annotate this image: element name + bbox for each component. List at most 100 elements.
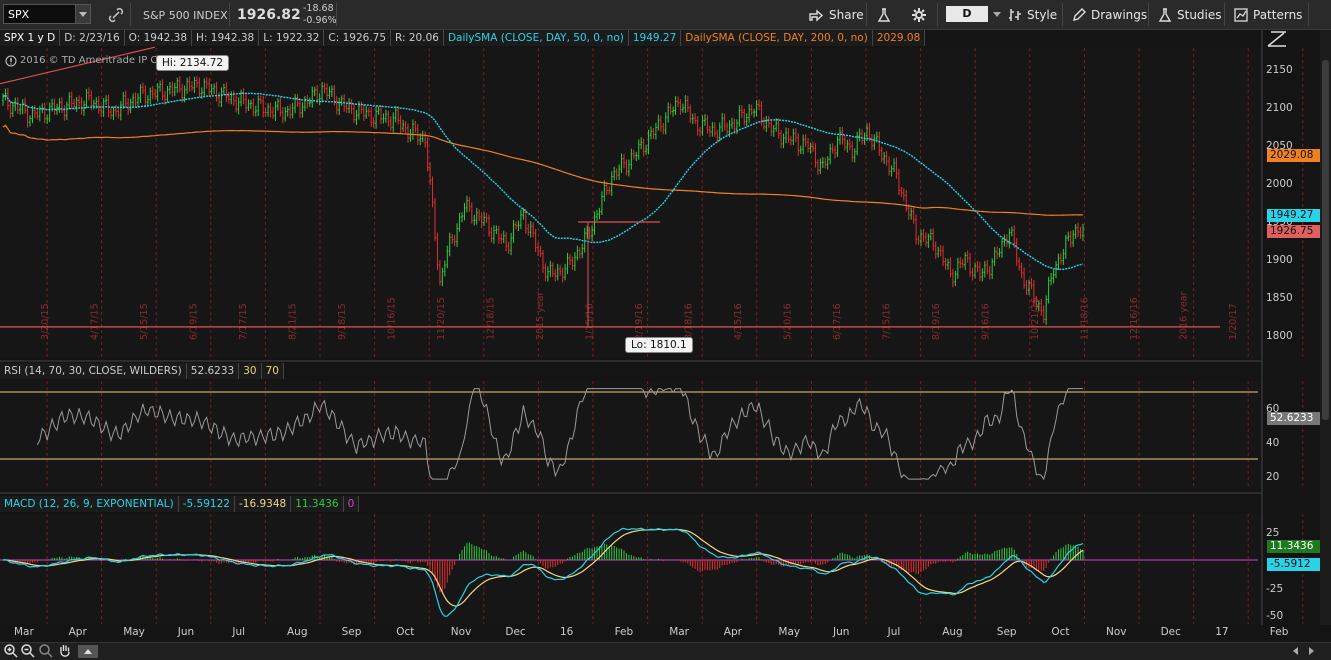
month-label: Dec	[505, 626, 526, 638]
vertical-date-label: 11/18/16	[1080, 297, 1091, 340]
vertical-date-label: 2016 year	[1179, 292, 1190, 340]
price-axis-label: 1800	[1266, 330, 1293, 342]
macd-panel	[0, 514, 1262, 624]
last-price-tag: 1926.75	[1267, 225, 1328, 238]
zoom-in-icon[interactable]	[3, 643, 19, 659]
rsi-panel	[0, 381, 1262, 489]
month-label: Apr	[723, 626, 742, 638]
macd-diff: 11.3436	[291, 496, 344, 512]
vertical-date-label: 2015 year	[535, 292, 546, 340]
scroll-right-icon[interactable]	[1306, 646, 1316, 656]
price-legend: SPX 1 y D D: 2/23/16 O: 1942.38 H: 1942.…	[0, 30, 926, 46]
vertical-date-label: 9/16/16	[981, 303, 992, 340]
rsi-axis-60: 60	[1266, 403, 1280, 415]
month-label: Jun	[833, 626, 850, 638]
vertical-date-label: 1/20/17	[1228, 303, 1239, 340]
vertical-date-label: 7/15/16	[882, 303, 893, 340]
zoom-out-icon[interactable]	[20, 643, 36, 659]
bottom-toolbar	[0, 642, 1331, 660]
macd-axis-neg25: -25	[1266, 583, 1284, 595]
sma200-price-tag: 2029.08	[1267, 149, 1328, 162]
month-label: Jul	[232, 626, 246, 638]
month-label: 17	[1215, 626, 1229, 638]
legend-high: H: 1942.38	[192, 30, 260, 46]
scroll-left-icon[interactable]	[1291, 646, 1301, 656]
vertical-date-label: 3/18/16	[684, 303, 695, 340]
vertical-date-label: 5/20/16	[783, 303, 794, 340]
macd-value: -5.59122	[178, 496, 235, 512]
vertical-date-label: 1/15/16	[585, 303, 596, 340]
month-label: Sep	[341, 626, 362, 638]
zoom-reset-icon[interactable]	[38, 643, 54, 659]
month-label: Feb	[1269, 626, 1289, 638]
rsi-legend: RSI (14, 70, 30, CLOSE, WILDERS) 52.6233…	[0, 363, 284, 379]
rsi-oversold: 30	[239, 363, 262, 379]
month-label: May	[123, 626, 145, 638]
high-callout: Hi: 2134.72	[156, 55, 230, 71]
rsi-value: 52.6233	[186, 363, 240, 379]
vertical-date-label: 10/16/15	[387, 297, 398, 340]
chart-canvas[interactable]: 3/20/15 4/17/15 5/15/15 6/19/15 7/17/15 8/21/…	[0, 0, 1331, 659]
month-label: Mar	[14, 626, 34, 638]
vertical-scrollbar[interactable]	[1320, 30, 1331, 625]
pan-hand-icon[interactable]	[57, 643, 73, 659]
month-label: Jul	[887, 626, 901, 638]
macd-axis-neg50: -50	[1266, 610, 1284, 622]
legend-open: O: 1942.38	[124, 30, 193, 46]
rsi-axis-20: 20	[1266, 471, 1280, 483]
alert-icon	[5, 55, 17, 67]
macd-legend: MACD (12, 26, 9, EXPONENTIAL) -5.59122 -…	[0, 496, 360, 512]
macd-diff-tag: 11.3436	[1267, 540, 1328, 553]
sma200-value: 2029.08	[872, 30, 926, 46]
vertical-date-label: 3/20/15	[40, 303, 51, 340]
legend-close: C: 1926.75	[324, 30, 392, 46]
vertical-date-label: 7/17/15	[238, 303, 249, 340]
sma200-label[interactable]: DailySMA (CLOSE, DAY, 200, 0, no)	[681, 30, 873, 46]
price-axis-label: 1900	[1266, 254, 1293, 266]
vertical-date-label: 12/18/15	[486, 297, 497, 340]
vertical-date-label: 2/19/16	[634, 303, 645, 340]
month-label: Aug	[942, 626, 963, 638]
vertical-date-label: 8/21/15	[288, 303, 299, 340]
sma50-label[interactable]: DailySMA (CLOSE, DAY, 50, 0, no)	[443, 30, 629, 46]
month-label: Apr	[68, 626, 87, 638]
legend-range: R: 20.06	[391, 30, 444, 46]
vertical-date-label: 12/16/16	[1129, 297, 1140, 340]
legend-low: L: 1922.32	[259, 30, 325, 46]
vertical-date-label: 5/15/15	[139, 303, 150, 340]
vertical-date-label: 4/17/15	[90, 303, 101, 340]
rsi-axis-40: 40	[1266, 437, 1280, 449]
vertical-date-label: 11/20/15	[436, 297, 447, 340]
vertical-date-label: 9/18/15	[337, 303, 348, 340]
scrollbar-thumb[interactable]	[1322, 60, 1329, 420]
price-axis-label: 2000	[1266, 178, 1293, 190]
rsi-overbought: 70	[261, 363, 284, 379]
month-label: Dec	[1160, 626, 1181, 638]
month-label: Jun	[177, 626, 195, 638]
month-label: Oct	[1051, 626, 1070, 638]
expand-button[interactable]	[78, 645, 98, 658]
drawing-tool-icon[interactable]	[1266, 30, 1288, 48]
low-callout: Lo: 1810.1	[625, 337, 693, 353]
month-label: Feb	[614, 626, 634, 638]
month-label: Oct	[396, 626, 415, 638]
price-axis-label: 2150	[1266, 64, 1293, 76]
macd-label[interactable]: MACD (12, 26, 9, EXPONENTIAL)	[0, 496, 179, 512]
sma50-price-tag: 1949.27	[1267, 209, 1328, 222]
chart-title: SPX 1 y D	[0, 30, 61, 46]
vertical-date-label: 6/19/15	[189, 303, 200, 340]
macd-zero: 0	[343, 496, 360, 512]
month-label: Nov	[1106, 626, 1127, 638]
month-label: Mar	[669, 626, 689, 638]
macd-axis-25: 25	[1266, 527, 1280, 539]
month-label: Nov	[450, 626, 472, 638]
month-label: Sep	[996, 626, 1017, 638]
rsi-label[interactable]: RSI (14, 70, 30, CLOSE, WILDERS)	[0, 363, 187, 379]
month-label: Aug	[287, 626, 308, 638]
copyright-text: 2016 © TD Ameritrade IP Co	[20, 55, 164, 66]
price-axis-label: 1850	[1266, 292, 1293, 304]
vertical-date-label: 6/17/16	[832, 303, 843, 340]
price-axis-label: 2100	[1266, 102, 1293, 114]
vertical-date-label: 4/15/16	[733, 303, 744, 340]
month-label: May	[778, 626, 801, 638]
